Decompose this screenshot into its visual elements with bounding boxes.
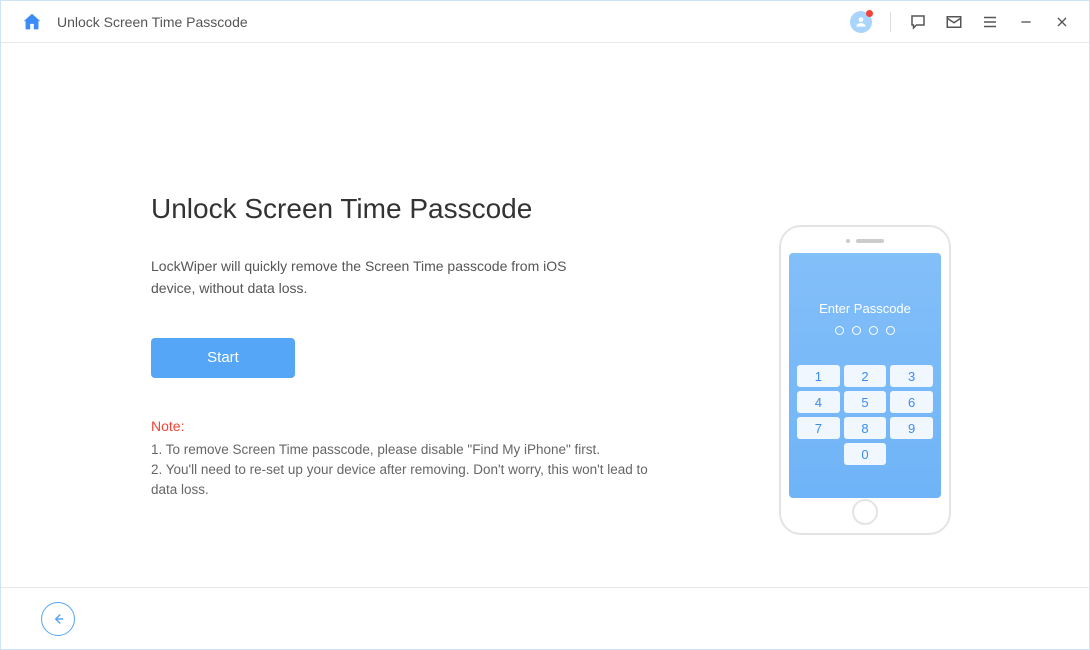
key-6: 6 (890, 391, 933, 413)
key-7: 7 (797, 417, 840, 439)
main-content: Unlock Screen Time Passcode LockWiper wi… (1, 43, 1089, 501)
note-label: Note: (151, 418, 691, 434)
phone-frame: Enter Passcode 1 2 3 4 5 6 7 8 9 0 (779, 225, 951, 535)
key-2: 2 (844, 365, 887, 387)
page-title: Unlock Screen Time Passcode (57, 14, 850, 30)
app-window: Unlock Screen Time Passcode (0, 0, 1090, 650)
passcode-dots (795, 326, 935, 335)
description: LockWiper will quickly remove the Screen… (151, 255, 611, 300)
heading: Unlock Screen Time Passcode (151, 193, 691, 225)
mail-icon[interactable] (945, 13, 963, 31)
note-line-1: 1. To remove Screen Time passcode, pleas… (151, 440, 651, 460)
menu-icon[interactable] (981, 13, 999, 31)
footer (1, 587, 1089, 649)
left-column: Unlock Screen Time Passcode LockWiper wi… (151, 193, 691, 501)
window-controls (850, 11, 1071, 33)
enter-passcode-label: Enter Passcode (795, 301, 935, 316)
keypad: 1 2 3 4 5 6 7 8 9 0 (795, 365, 935, 465)
phone-illustration: Enter Passcode 1 2 3 4 5 6 7 8 9 0 (779, 225, 951, 535)
notification-dot (866, 10, 873, 17)
close-button[interactable] (1053, 13, 1071, 31)
divider (890, 12, 891, 32)
phone-screen: Enter Passcode 1 2 3 4 5 6 7 8 9 0 (789, 253, 941, 498)
key-1: 1 (797, 365, 840, 387)
back-button[interactable] (41, 602, 75, 636)
note-line-2: 2. You'll need to re-set up your device … (151, 460, 651, 501)
home-icon[interactable] (21, 11, 43, 33)
comment-icon[interactable] (909, 13, 927, 31)
start-button[interactable]: Start (151, 338, 295, 378)
titlebar: Unlock Screen Time Passcode (1, 1, 1089, 43)
minimize-button[interactable] (1017, 13, 1035, 31)
key-5: 5 (844, 391, 887, 413)
key-3: 3 (890, 365, 933, 387)
key-4: 4 (797, 391, 840, 413)
phone-home-button (852, 499, 878, 525)
key-0: 0 (844, 443, 887, 465)
key-9: 9 (890, 417, 933, 439)
key-8: 8 (844, 417, 887, 439)
profile-icon[interactable] (850, 11, 872, 33)
phone-speaker (789, 235, 941, 247)
